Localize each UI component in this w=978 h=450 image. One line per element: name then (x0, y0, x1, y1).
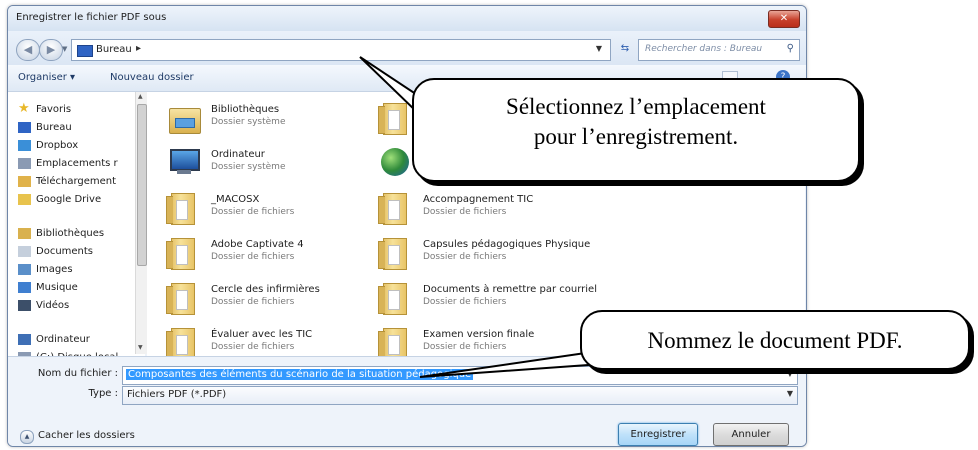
callout-location-line1: Sélectionnez l’emplacement (506, 94, 766, 119)
callout-pointers (359, 56, 632, 378)
callout-select-location: Sélectionnez l’emplacement pour l’enregi… (412, 78, 860, 182)
callout-location-line2: pour l’enregistrement. (533, 124, 739, 149)
callout-name-document: Nommez le document PDF. (580, 310, 970, 370)
